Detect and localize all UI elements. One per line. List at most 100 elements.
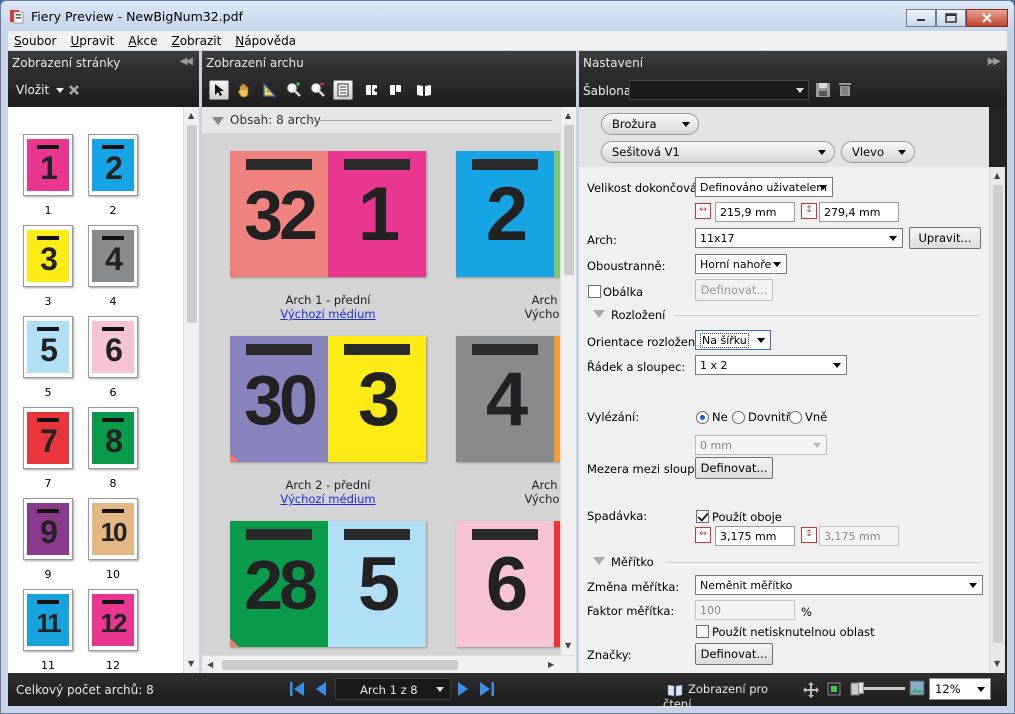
settings-scrollbar[interactable]: ▲ ▼ [989, 167, 1005, 673]
menu-help[interactable]: Nápověda [235, 34, 296, 48]
binding-direction-select[interactable]: Vlevo [841, 141, 915, 163]
scroll-down-icon[interactable]: ▼ [994, 659, 1000, 668]
sheet-media-link[interactable]: Výchozí médium [230, 307, 426, 321]
sheet-thumbnail[interactable]: 2 [456, 151, 560, 277]
menu-file[interactable]: Soubor [14, 34, 56, 48]
close-window-button[interactable] [966, 9, 1008, 27]
product-type-select[interactable]: Brožura [601, 113, 699, 135]
delete-icon[interactable] [67, 83, 81, 97]
finish-size-select[interactable]: Definováno uživatelem [695, 177, 833, 197]
creep-outward-radio[interactable] [789, 411, 802, 424]
scale-factor-input[interactable]: 100 [695, 600, 795, 620]
scroll-up-icon[interactable]: ▲ [994, 171, 1000, 180]
first-sheet-icon[interactable] [289, 680, 305, 698]
bleed-horizontal-input[interactable]: 3,175 mm [715, 526, 795, 546]
binding-select[interactable]: Sešitová V1 [601, 141, 835, 163]
edit-sheet-button[interactable]: Upravit... [909, 227, 981, 249]
sheet-navigator-select[interactable]: Arch 1 z 8 [335, 678, 451, 700]
remove-sheet-tool[interactable] [386, 80, 406, 100]
hand-tool[interactable] [234, 80, 254, 100]
next-sheet-icon[interactable] [456, 680, 470, 698]
page-thumbnail[interactable]: 6 [88, 316, 138, 378]
nonprintable-checkbox[interactable] [696, 625, 709, 638]
last-sheet-icon[interactable] [479, 680, 495, 698]
menu-view[interactable]: Zobrazit [171, 34, 221, 48]
width-input[interactable]: 215,9 mm [715, 202, 795, 222]
sheet-thumbnail[interactable]: 28 5 [230, 521, 426, 647]
save-template-icon[interactable] [815, 82, 831, 98]
cover-checkbox[interactable] [588, 285, 601, 298]
page-thumbnail[interactable]: 12 [88, 589, 138, 651]
page-thumbnail[interactable]: 9 [23, 498, 73, 560]
zoom-in-large-icon[interactable] [909, 680, 925, 696]
maximize-button[interactable] [936, 9, 966, 27]
page-thumbnail[interactable]: 3 [23, 225, 73, 287]
sheet-media-link[interactable]: Výchozí m [456, 492, 560, 506]
page-thumbnail[interactable]: 2 [88, 134, 138, 196]
scroll-up-icon[interactable]: ▲ [565, 111, 571, 120]
select-tool[interactable] [209, 80, 229, 100]
collapse-left-icon[interactable]: ◀◀ [180, 56, 193, 67]
zoom-slider-handle[interactable] [858, 682, 864, 694]
zoom-in-tool[interactable] [284, 80, 304, 100]
template-select[interactable] [629, 80, 809, 100]
measure-tool[interactable] [259, 80, 279, 100]
zoom-select[interactable]: 12% [929, 678, 991, 700]
page-thumbnail[interactable]: 8 [88, 407, 138, 469]
bleed-vertical-input[interactable]: 3,175 mm [819, 526, 899, 546]
insert-dropdown[interactable]: Vložit [16, 83, 65, 97]
scrollbar-thumb[interactable] [187, 125, 197, 323]
orientation-select[interactable]: Na šířku [695, 330, 771, 350]
sheet-media-link[interactable]: Výchozí médium [230, 492, 426, 506]
scrollbar-thumb[interactable] [564, 125, 574, 275]
scrollbar-thumb[interactable] [993, 185, 1003, 643]
creep-amount-select[interactable]: 0 mm [695, 435, 827, 455]
height-input[interactable]: 279,4 mm [819, 202, 899, 222]
scroll-up-icon[interactable]: ▲ [188, 111, 194, 120]
scroll-down-icon[interactable]: ▼ [188, 659, 194, 668]
page-thumbnails-scrollbar[interactable]: ▲ ▼ [183, 107, 199, 673]
creep-no-radio[interactable] [696, 411, 709, 424]
actual-size-icon[interactable] [827, 682, 841, 696]
sheet-thumbnail[interactable]: 4 [456, 336, 560, 462]
sheet-select[interactable]: 11x17 [695, 228, 903, 248]
sheet-media-link[interactable]: Výchozí m [456, 307, 560, 321]
insert-sheet-tool[interactable] [362, 80, 382, 100]
page-thumbnail[interactable]: 7 [23, 407, 73, 469]
marks-define-button[interactable]: Definovat... [695, 643, 773, 665]
creep-inward-radio[interactable] [732, 411, 745, 424]
book-view-tool[interactable] [414, 80, 434, 100]
collapse-right-icon[interactable]: ▶▶ [988, 56, 1001, 67]
page-thumbnail[interactable]: 11 [23, 589, 73, 651]
page-thumbnail[interactable]: 4 [88, 225, 138, 287]
column-gap-define-button[interactable]: Definovat... [695, 457, 773, 479]
scroll-left-icon[interactable]: ◀ [207, 660, 213, 669]
scale-change-select[interactable]: Neměnit měřítko [695, 575, 983, 595]
page-info-tool[interactable] [333, 80, 353, 100]
menu-edit[interactable]: Upravit [70, 34, 114, 48]
previous-sheet-icon[interactable] [314, 680, 328, 698]
sheet-thumbnail[interactable]: 30 3 [230, 336, 426, 462]
fit-to-window-icon[interactable] [802, 681, 820, 699]
delete-template-icon[interactable] [837, 81, 853, 97]
scale-section-header[interactable]: Měřítko [593, 555, 654, 569]
duplex-select[interactable]: Horní nahoře [695, 254, 787, 274]
scroll-down-icon[interactable]: ▼ [565, 641, 571, 650]
reading-view-button[interactable]: Zobrazení pro čtení [663, 678, 788, 711]
zoom-out-tool[interactable] [308, 80, 328, 100]
minimize-button[interactable] [906, 9, 936, 27]
sheet-horizontal-scrollbar[interactable]: ◀ ▶ [202, 655, 576, 673]
page-thumbnail[interactable]: 1 [23, 134, 73, 196]
zoom-slider[interactable] [861, 687, 905, 690]
layout-section-header[interactable]: Rozložení [593, 308, 665, 322]
menu-actions[interactable]: Akce [128, 34, 157, 48]
sheet-vertical-scrollbar[interactable]: ▲ ▼ [560, 107, 576, 655]
bleed-both-checkbox[interactable] [696, 510, 709, 523]
row-column-select[interactable]: 1 x 2 [695, 355, 847, 375]
sheet-thumbnail[interactable]: 6 [456, 521, 560, 647]
scroll-right-icon[interactable]: ▶ [548, 660, 554, 669]
cover-define-button[interactable]: Definovat... [695, 279, 773, 301]
page-thumbnail[interactable]: 5 [23, 316, 73, 378]
page-thumbnail[interactable]: 10 [88, 498, 138, 560]
sheet-thumbnail[interactable]: 32 1 [230, 151, 426, 277]
